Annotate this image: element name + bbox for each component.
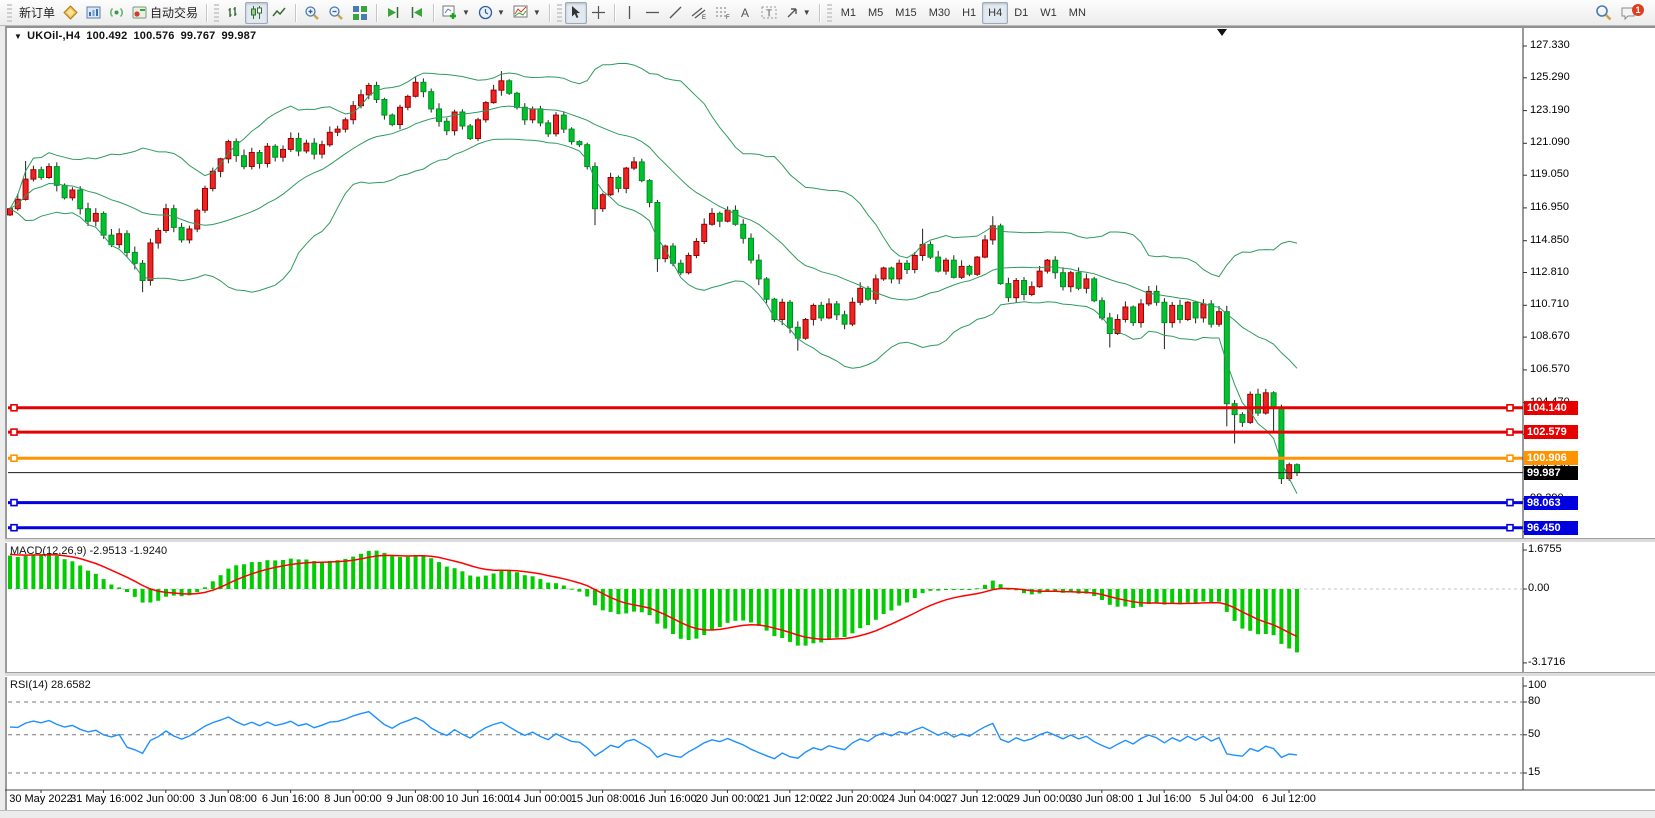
text-label-button[interactable]: T bbox=[757, 2, 781, 24]
signals-icon[interactable] bbox=[105, 2, 128, 24]
line-anchor[interactable] bbox=[1507, 525, 1513, 531]
panel-divider-rsi[interactable] bbox=[5, 672, 1655, 677]
period-button[interactable]: ▼ bbox=[474, 2, 509, 24]
notifications-button[interactable]: 1 bbox=[1616, 2, 1641, 24]
cursor-button[interactable] bbox=[565, 2, 587, 24]
search-icon[interactable] bbox=[1591, 2, 1616, 24]
line-anchor[interactable] bbox=[1507, 455, 1513, 461]
axis-ticks bbox=[41, 46, 1527, 793]
chevron-down-icon: ▼ bbox=[462, 8, 470, 17]
auto-trading-button[interactable]: 自动交易 bbox=[128, 2, 202, 24]
crosshair-button[interactable] bbox=[587, 2, 610, 24]
chevron-down-icon: ▼ bbox=[533, 8, 541, 17]
line-chart-button[interactable] bbox=[268, 2, 291, 24]
line-anchor[interactable] bbox=[11, 525, 17, 531]
chart-title: ▼ UKOil-,H4 100.492 100.576 99.767 99.987 bbox=[14, 30, 256, 42]
clock-icon bbox=[478, 5, 493, 20]
text-button[interactable]: A bbox=[735, 2, 757, 24]
trendline-button[interactable] bbox=[664, 2, 687, 24]
collapse-triangle-icon[interactable]: ▼ bbox=[14, 32, 22, 41]
timeframe-m30[interactable]: M30 bbox=[923, 2, 956, 24]
svg-text:A: A bbox=[741, 6, 749, 20]
chart-shift-button[interactable] bbox=[405, 2, 429, 24]
timeframe-mn[interactable]: MN bbox=[1063, 2, 1092, 24]
auto-trading-label: 自动交易 bbox=[150, 4, 198, 21]
candlestick-chart-button[interactable] bbox=[245, 2, 268, 24]
new-chart-button[interactable]: ▼ bbox=[438, 2, 474, 24]
status-strip bbox=[0, 810, 1655, 818]
line-anchor[interactable] bbox=[1507, 429, 1513, 435]
timeframe-h1[interactable]: H1 bbox=[956, 2, 982, 24]
timeframe-h4[interactable]: H4 bbox=[982, 2, 1008, 24]
ohlc-high: 100.576 bbox=[133, 30, 174, 42]
indicators-icon bbox=[513, 5, 529, 20]
chart-canvas[interactable] bbox=[0, 0, 1655, 818]
fibonacci-button[interactable]: F bbox=[711, 2, 735, 24]
chevron-down-icon: ▼ bbox=[803, 8, 811, 17]
toolbar-grip bbox=[7, 4, 12, 22]
vertical-line-button[interactable] bbox=[619, 2, 641, 24]
data-window-icon[interactable] bbox=[82, 2, 105, 24]
indicators-button[interactable]: ▼ bbox=[509, 2, 545, 24]
arrows-button[interactable]: ▼ bbox=[781, 2, 815, 24]
horizontal-line-button[interactable] bbox=[641, 2, 664, 24]
line-anchor[interactable] bbox=[11, 455, 17, 461]
equidistant-channel-button[interactable]: E bbox=[687, 2, 711, 24]
panel-divider-macd[interactable] bbox=[5, 538, 1655, 543]
line-anchor[interactable] bbox=[1507, 500, 1513, 506]
arrows-icon bbox=[785, 6, 799, 20]
notification-badge: 1 bbox=[1632, 4, 1644, 16]
zoom-in-button[interactable] bbox=[300, 2, 324, 24]
timeframe-m15[interactable]: M15 bbox=[889, 2, 922, 24]
new-chart-icon bbox=[442, 5, 458, 20]
macd-label: MACD(12,26,9) -2.9513 -1.9240 bbox=[10, 545, 167, 557]
timeframe-m1[interactable]: M1 bbox=[835, 2, 862, 24]
timeframe-w1[interactable]: W1 bbox=[1034, 2, 1063, 24]
ohlc-open: 100.492 bbox=[86, 30, 127, 42]
line-anchor[interactable] bbox=[11, 429, 17, 435]
bar-chart-button[interactable] bbox=[222, 2, 245, 24]
svg-text:F: F bbox=[726, 15, 730, 20]
timeframe-m5[interactable]: M5 bbox=[862, 2, 889, 24]
chart-shift-marker[interactable] bbox=[1217, 29, 1227, 36]
timeframe-d1[interactable]: D1 bbox=[1008, 2, 1034, 24]
svg-text:T: T bbox=[766, 9, 772, 20]
bollinger-bands bbox=[10, 63, 1297, 493]
line-anchor[interactable] bbox=[11, 405, 17, 411]
auto-scroll-button[interactable] bbox=[381, 2, 405, 24]
svg-text:E: E bbox=[702, 15, 706, 20]
auto-trading-icon bbox=[132, 5, 147, 20]
new-order-button[interactable]: 新订单 bbox=[15, 2, 59, 24]
toolbar: 新订单 自动交易 ▼ bbox=[0, 0, 1655, 26]
ohlc-low: 99.767 bbox=[181, 30, 216, 42]
rsi-label: RSI(14) 28.6582 bbox=[10, 679, 91, 691]
gold-diamond-icon[interactable] bbox=[59, 2, 82, 24]
symbol-timeframe: UKOil-,H4 bbox=[27, 30, 80, 42]
macd-histogram bbox=[8, 551, 1299, 653]
chevron-down-icon: ▼ bbox=[497, 8, 505, 17]
zoom-out-button[interactable] bbox=[324, 2, 348, 24]
tile-windows-button[interactable] bbox=[348, 2, 372, 24]
line-anchor[interactable] bbox=[1507, 405, 1513, 411]
timeframe-group: M1M5M15M30H1H4D1W1MN bbox=[835, 2, 1092, 24]
line-anchor[interactable] bbox=[11, 500, 17, 506]
new-order-label: 新订单 bbox=[19, 4, 55, 21]
ohlc-close: 99.987 bbox=[221, 30, 256, 42]
